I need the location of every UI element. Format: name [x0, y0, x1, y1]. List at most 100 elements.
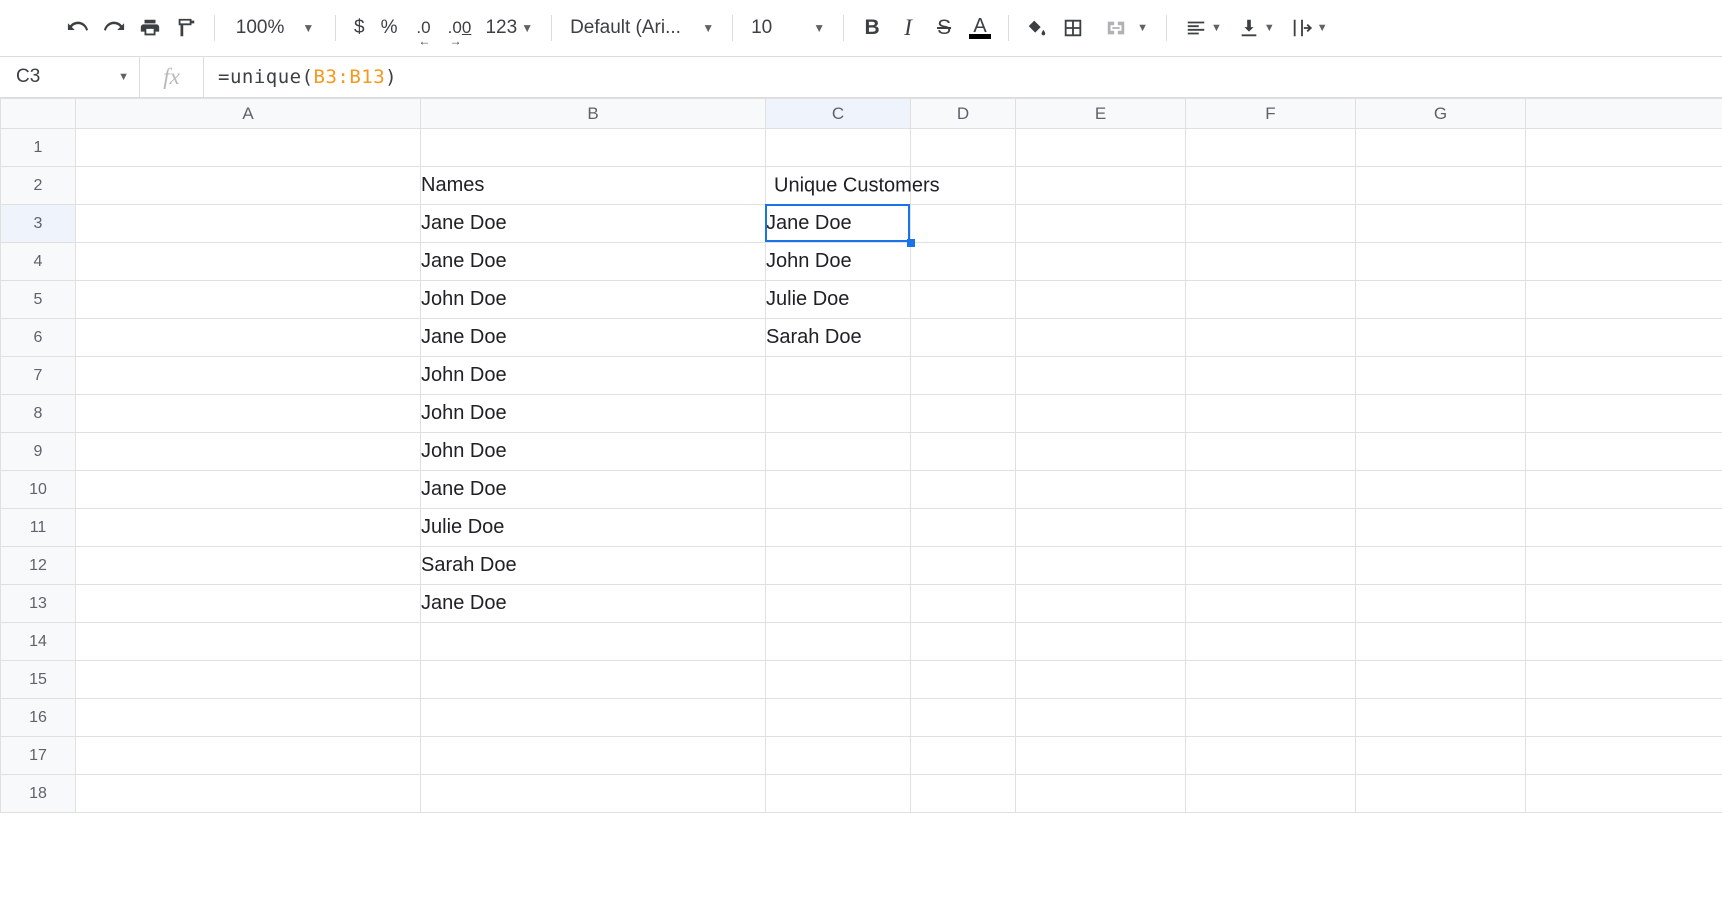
cell-D4[interactable] [911, 243, 1016, 281]
cell-A11[interactable] [76, 509, 421, 547]
increase-decimal-button[interactable]: .00→ [441, 10, 477, 46]
column-header-E[interactable]: E [1016, 99, 1186, 129]
cell-13[interactable] [1526, 585, 1722, 623]
cell-D7[interactable] [911, 357, 1016, 395]
cell-F8[interactable] [1186, 395, 1356, 433]
cell-C6[interactable]: Sarah Doe [766, 319, 911, 357]
row-header-8[interactable]: 8 [1, 395, 76, 433]
fill-color-button[interactable] [1019, 10, 1055, 46]
percent-format-button[interactable]: % [373, 10, 406, 46]
cell-A2[interactable] [76, 167, 421, 205]
cell-E10[interactable] [1016, 471, 1186, 509]
cell-C5[interactable]: Julie Doe [766, 281, 911, 319]
cell-B16[interactable] [421, 699, 766, 737]
cell-E17[interactable] [1016, 737, 1186, 775]
zoom-dropdown[interactable]: 100% ▼ [225, 10, 325, 46]
cell-G1[interactable] [1356, 129, 1526, 167]
cell-G7[interactable] [1356, 357, 1526, 395]
h-align-dropdown[interactable]: ▼ [1177, 10, 1230, 46]
row-header-12[interactable]: 12 [1, 547, 76, 585]
column-header-B[interactable]: B [421, 99, 766, 129]
row-header-13[interactable]: 13 [1, 585, 76, 623]
cell-B3[interactable]: Jane Doe [421, 205, 766, 243]
cell-B13[interactable]: Jane Doe [421, 585, 766, 623]
row-header-4[interactable]: 4 [1, 243, 76, 281]
cell-B8[interactable]: John Doe [421, 395, 766, 433]
spreadsheet-grid[interactable]: ABCDEFG 12NamesUnique Customers3Jane Doe… [0, 98, 1722, 813]
cell-D17[interactable] [911, 737, 1016, 775]
cell-B1[interactable] [421, 129, 766, 167]
cell-C9[interactable] [766, 433, 911, 471]
cell-14[interactable] [1526, 623, 1722, 661]
cell-E7[interactable] [1016, 357, 1186, 395]
cell-G4[interactable] [1356, 243, 1526, 281]
cell-B17[interactable] [421, 737, 766, 775]
paint-format-button[interactable] [168, 10, 204, 46]
cell-8[interactable] [1526, 395, 1722, 433]
cell-G6[interactable] [1356, 319, 1526, 357]
cell-C8[interactable] [766, 395, 911, 433]
cell-G16[interactable] [1356, 699, 1526, 737]
cell-15[interactable] [1526, 661, 1722, 699]
cell-4[interactable] [1526, 243, 1722, 281]
row-header-11[interactable]: 11 [1, 509, 76, 547]
cell-11[interactable] [1526, 509, 1722, 547]
cell-D14[interactable] [911, 623, 1016, 661]
cell-A10[interactable] [76, 471, 421, 509]
cell-C7[interactable] [766, 357, 911, 395]
cell-D5[interactable] [911, 281, 1016, 319]
cell-B11[interactable]: Julie Doe [421, 509, 766, 547]
row-header-18[interactable]: 18 [1, 775, 76, 813]
row-header-2[interactable]: 2 [1, 167, 76, 205]
cell-F17[interactable] [1186, 737, 1356, 775]
cell-A17[interactable] [76, 737, 421, 775]
cell-B10[interactable]: Jane Doe [421, 471, 766, 509]
cell-D6[interactable] [911, 319, 1016, 357]
font-family-dropdown[interactable]: Default (Ari... ▼ [562, 10, 722, 46]
cell-D1[interactable] [911, 129, 1016, 167]
cell-C16[interactable] [766, 699, 911, 737]
redo-button[interactable] [96, 10, 132, 46]
fill-handle[interactable] [907, 239, 915, 247]
cell-F15[interactable] [1186, 661, 1356, 699]
cell-F5[interactable] [1186, 281, 1356, 319]
cell-A15[interactable] [76, 661, 421, 699]
cell-F2[interactable] [1186, 167, 1356, 205]
cell-A7[interactable] [76, 357, 421, 395]
cell-G12[interactable] [1356, 547, 1526, 585]
cell-C2[interactable]: Unique Customers [766, 167, 911, 205]
cell-A16[interactable] [76, 699, 421, 737]
cell-F6[interactable] [1186, 319, 1356, 357]
cell-C10[interactable] [766, 471, 911, 509]
cell-C14[interactable] [766, 623, 911, 661]
cell-F16[interactable] [1186, 699, 1356, 737]
cell-E3[interactable] [1016, 205, 1186, 243]
cell-D15[interactable] [911, 661, 1016, 699]
cell-A4[interactable] [76, 243, 421, 281]
more-formats-dropdown[interactable]: 123 ▼ [477, 10, 541, 46]
cell-A14[interactable] [76, 623, 421, 661]
v-align-dropdown[interactable]: ▼ [1230, 10, 1283, 46]
cell-A8[interactable] [76, 395, 421, 433]
column-header-A[interactable]: A [76, 99, 421, 129]
cell-10[interactable] [1526, 471, 1722, 509]
cell-12[interactable] [1526, 547, 1722, 585]
cell-G13[interactable] [1356, 585, 1526, 623]
column-header-C[interactable]: C [766, 99, 911, 129]
cell-G5[interactable] [1356, 281, 1526, 319]
cell-E14[interactable] [1016, 623, 1186, 661]
cell-C18[interactable] [766, 775, 911, 813]
cell-D9[interactable] [911, 433, 1016, 471]
cell-B7[interactable]: John Doe [421, 357, 766, 395]
cell-E15[interactable] [1016, 661, 1186, 699]
cell-G8[interactable] [1356, 395, 1526, 433]
cell-A6[interactable] [76, 319, 421, 357]
cell-B15[interactable] [421, 661, 766, 699]
row-header-15[interactable]: 15 [1, 661, 76, 699]
cell-2[interactable] [1526, 167, 1722, 205]
cell-G17[interactable] [1356, 737, 1526, 775]
borders-button[interactable] [1055, 10, 1091, 46]
cell-G15[interactable] [1356, 661, 1526, 699]
column-header-F[interactable]: F [1186, 99, 1356, 129]
row-header-7[interactable]: 7 [1, 357, 76, 395]
